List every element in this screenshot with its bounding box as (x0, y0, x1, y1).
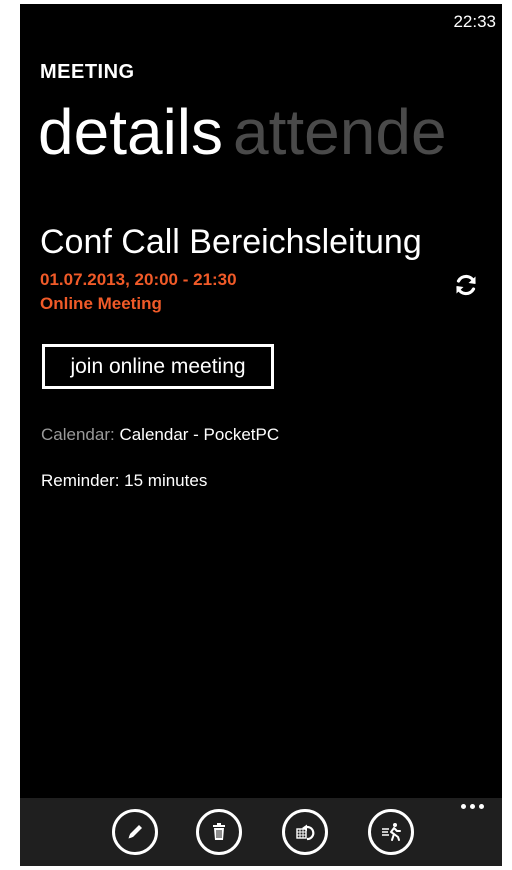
reminder-info: Reminder: 15 minutes (41, 471, 207, 491)
pivot-tab-attendees[interactable]: attende (233, 96, 447, 168)
meeting-datetime: 01.07.2013, 20:00 - 21:30 (40, 270, 237, 289)
meeting-title: Conf Call Bereichsleitung (40, 223, 422, 261)
edit-icon (128, 825, 142, 839)
calendar-label: Calendar: (41, 425, 115, 444)
edit-button[interactable] (112, 809, 158, 855)
running-late-button[interactable] (368, 809, 414, 855)
meeting-type: Online Meeting (40, 294, 162, 313)
respond-button[interactable] (282, 809, 328, 855)
phone-screen: 22:33 MEETING details attende Conf Call B… (20, 4, 502, 866)
app-bar (20, 798, 502, 866)
app-title: MEETING (40, 61, 135, 83)
join-online-meeting-button[interactable]: join online meeting (42, 344, 274, 389)
calendar-value: Calendar - PocketPC (119, 425, 280, 444)
reminder-label: Reminder: (41, 471, 120, 490)
pivot-header: details attende (38, 96, 447, 168)
running-late-icon (382, 823, 401, 841)
status-time: 22:33 (453, 12, 496, 31)
more-icon[interactable] (461, 804, 484, 809)
reminder-value: 15 minutes (124, 471, 208, 490)
pivot-tab-details[interactable]: details (38, 96, 223, 168)
calendar-info: Calendar: Calendar - PocketPC (41, 425, 279, 445)
sync-icon[interactable] (454, 273, 478, 297)
delete-icon (213, 823, 225, 840)
respond-icon (296, 824, 315, 841)
delete-button[interactable] (196, 809, 242, 855)
